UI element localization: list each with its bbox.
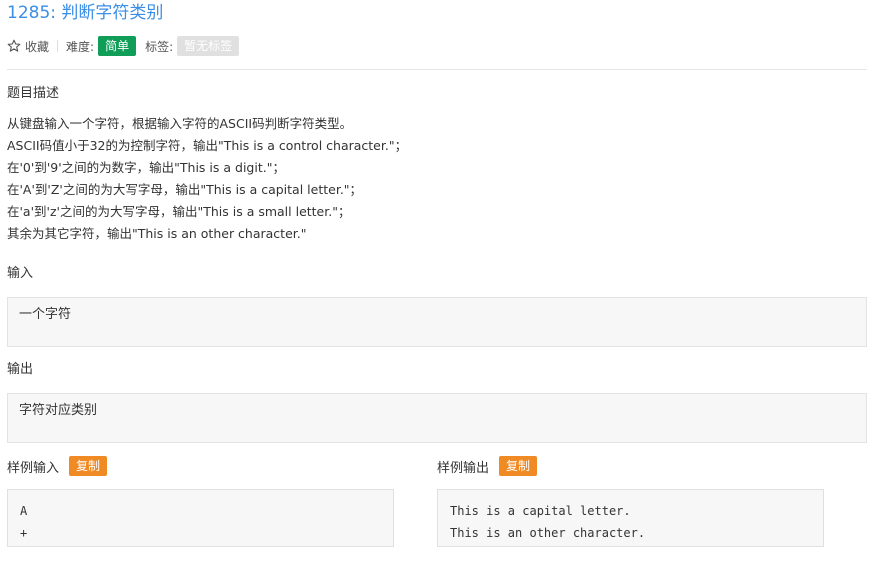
copy-sample-input-button[interactable]: 复制 <box>69 456 108 476</box>
copy-sample-output-button[interactable]: 复制 <box>499 456 538 476</box>
sample-output-line: This is an other character. <box>450 526 646 540</box>
sample-input-header: 样例输入 复制 <box>7 456 108 476</box>
sample-output-box: This is a capital letter. This is an oth… <box>437 489 824 547</box>
description-line: ASCII码值小于32的为控制字符，输出"This is a control c… <box>7 138 408 153</box>
description-line: 在'a'到'z'之间的为大写字母，输出"This is a small lett… <box>7 204 351 219</box>
difficulty-label: 难度: <box>66 39 95 54</box>
output-description-box: 字符对应类别 <box>7 393 867 443</box>
input-heading: 输入 <box>7 266 34 281</box>
sample-input-box: A + <box>7 489 394 547</box>
tags-label: 标签: <box>145 39 174 54</box>
sample-input-code: A + <box>20 500 27 544</box>
input-description-box: 一个字符 <box>7 297 867 347</box>
header-divider <box>7 69 867 70</box>
description-line: 在'0'到'9'之间的为数字，输出"This is a digit."； <box>7 160 285 175</box>
favorite-label[interactable]: 收藏 <box>25 38 49 55</box>
description-heading: 题目描述 <box>7 86 60 101</box>
sample-output-code: This is a capital letter. This is an oth… <box>450 500 645 544</box>
problem-title: 1285: 判断字符类别 <box>7 3 164 23</box>
description-line: 其余为其它字符，输出"This is an other character." <box>7 226 307 241</box>
output-description-text: 字符对应类别 <box>19 403 98 418</box>
output-heading: 输出 <box>7 362 34 377</box>
description-line: 在'A'到'Z'之间的为大写字母，输出"This is a capital le… <box>7 182 363 197</box>
input-description-text: 一个字符 <box>19 307 72 322</box>
sample-input-heading: 样例输入 <box>7 460 60 476</box>
sample-output-header: 样例输出 复制 <box>437 456 538 476</box>
description-body: 从键盘输入一个字符，根据输入字符的ASCII码判断字符类型。 ASCII码值小于… <box>7 113 407 245</box>
meta-separator <box>57 40 59 52</box>
sample-input-line: A <box>20 504 28 518</box>
star-outline-icon[interactable] <box>7 39 21 53</box>
sample-output-heading: 样例输出 <box>437 460 490 476</box>
difficulty-badge: 简单 <box>98 36 137 56</box>
sample-input-line: + <box>20 526 28 540</box>
problem-meta-row: 收藏 难度: 简单 标签: 暂无标签 <box>7 36 240 56</box>
tags-badge: 暂无标签 <box>177 36 240 56</box>
description-line: 从键盘输入一个字符，根据输入字符的ASCII码判断字符类型。 <box>7 116 353 131</box>
sample-output-line: This is a capital letter. <box>450 504 631 518</box>
